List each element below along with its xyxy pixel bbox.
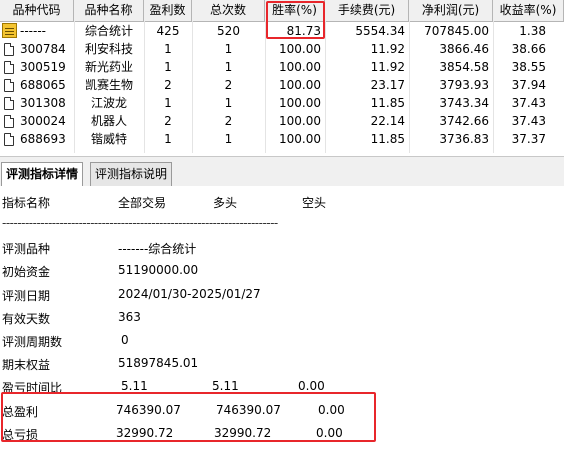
capital-label: 初始资金 <box>2 265 51 279</box>
cell-total: 1 <box>224 42 233 56</box>
days-label: 有效天数 <box>2 312 51 326</box>
cell-wins: 2 <box>164 114 172 128</box>
col-header-wins[interactable]: 盈利数 <box>144 0 192 21</box>
cell-fee: 11.85 <box>370 132 405 146</box>
cell-return: 38.66 <box>511 42 546 56</box>
variety-value: -------综合统计 <box>118 242 197 256</box>
cell-code: 301308 <box>20 96 66 110</box>
col-header-profit[interactable]: 净利润(元) <box>409 0 493 21</box>
col-header-return[interactable]: 收益率(%) <box>493 0 564 21</box>
days-value: 363 <box>118 310 141 324</box>
cell-name: 综合统计 <box>84 24 133 38</box>
report-header-name: 指标名称 <box>2 196 51 210</box>
cell-code: 300784 <box>20 42 66 56</box>
periods-label: 评测周期数 <box>2 335 63 349</box>
equity-label: 期末权益 <box>2 358 51 372</box>
cell-return: 37.94 <box>511 78 546 92</box>
cell-fee: 23.17 <box>370 78 405 92</box>
ratio-short: 0.00 <box>298 379 325 393</box>
cell-wins: 425 <box>156 24 180 38</box>
cell-return: 37.43 <box>511 96 546 110</box>
table-row[interactable]: 688065 凯赛生物 2 2 100.00 23.17 3793.93 37.… <box>0 76 564 94</box>
tab-metric-details[interactable]: 评测指标详情 <box>1 162 84 187</box>
cell-winrate: 100.00 <box>279 114 321 128</box>
cell-profit: 3866.46 <box>439 42 489 56</box>
report-header-short: 空头 <box>302 196 327 210</box>
table-row[interactable]: 301308 江波龙 1 1 100.00 11.85 3743.34 37.4… <box>0 94 564 112</box>
cell-profit: 3793.93 <box>439 78 489 92</box>
cell-code: 300519 <box>20 60 66 74</box>
cell-wins: 1 <box>164 96 172 110</box>
cell-fee: 5554.34 <box>355 24 405 38</box>
periods-value: 0 <box>121 333 129 347</box>
cell-total: 1 <box>224 132 233 146</box>
cell-profit: 3736.83 <box>439 132 489 146</box>
cell-code: 688065 <box>20 78 66 92</box>
date-value: 2024/01/30-2025/01/27 <box>118 287 261 301</box>
cell-code: 300024 <box>20 114 66 128</box>
cell-fee: 11.92 <box>370 60 405 74</box>
table-row[interactable]: 300519 新光药业 1 1 100.00 11.92 3854.58 38.… <box>0 58 564 76</box>
table-row[interactable]: 300784 利安科技 1 1 100.00 11.92 3866.46 38.… <box>0 40 564 58</box>
cell-name: 机器人 <box>90 114 127 128</box>
cell-code: ------ <box>20 24 46 38</box>
tab-metric-explanation[interactable]: 评测指标说明 <box>90 162 173 186</box>
cell-wins: 1 <box>164 60 172 74</box>
cell-return: 37.37 <box>511 132 546 146</box>
cell-winrate: 100.00 <box>279 132 321 146</box>
cell-fee: 11.92 <box>370 42 405 56</box>
cell-wins: 1 <box>164 42 172 56</box>
col-header-code[interactable]: 品种代码 <box>0 0 74 21</box>
col-header-name[interactable]: 品种名称 <box>74 0 144 21</box>
report-header-long: 多头 <box>213 196 238 210</box>
cell-wins: 2 <box>164 78 172 92</box>
ratio-long: 5.11 <box>212 379 239 393</box>
ratio-all: 5.11 <box>121 379 148 393</box>
gain-loss-highlight-box <box>1 392 376 442</box>
cell-name: 新光药业 <box>84 60 133 74</box>
cell-code: 688693 <box>20 132 66 146</box>
tab-bar: 评测指标详情 评测指标说明 <box>0 156 564 187</box>
report-header-all: 全部交易 <box>118 196 167 210</box>
table-row[interactable]: 688693 锴威特 1 1 100.00 11.85 3736.83 37.3… <box>0 130 564 148</box>
table-row[interactable]: 300024 机器人 2 2 100.00 22.14 3742.66 37.4… <box>0 112 564 130</box>
cell-total: 1 <box>224 96 233 110</box>
cell-profit: 3742.66 <box>439 114 489 128</box>
cell-total: 1 <box>224 60 233 74</box>
cell-wins: 1 <box>164 132 172 146</box>
equity-value: 51897845.01 <box>118 356 199 370</box>
cell-winrate: 100.00 <box>279 96 321 110</box>
cell-name: 利安科技 <box>84 42 133 56</box>
cell-total: 2 <box>224 114 233 128</box>
winrate-highlight-box <box>266 1 325 39</box>
report-divider: ----------------------------------------… <box>2 216 278 230</box>
cell-profit: 3743.34 <box>439 96 489 110</box>
cell-name: 凯赛生物 <box>84 78 133 92</box>
cell-return: 38.55 <box>511 60 546 74</box>
cell-fee: 11.85 <box>370 96 405 110</box>
cell-profit: 707845.00 <box>424 24 489 38</box>
cell-name: 锴威特 <box>90 132 127 146</box>
cell-total: 2 <box>224 78 233 92</box>
cell-return: 1.38 <box>519 24 546 38</box>
cell-return: 37.43 <box>511 114 546 128</box>
cell-total: 520 <box>217 24 240 38</box>
cell-winrate: 100.00 <box>279 42 321 56</box>
cell-winrate: 100.00 <box>279 78 321 92</box>
col-header-total[interactable]: 总次数 <box>192 0 265 21</box>
cell-fee: 22.14 <box>370 114 405 128</box>
variety-label: 评测品种 <box>2 242 51 256</box>
cell-winrate: 100.00 <box>279 60 321 74</box>
col-header-fee[interactable]: 手续费(元) <box>325 0 409 21</box>
cell-name: 江波龙 <box>90 96 127 110</box>
capital-value: 51190000.00 <box>118 263 199 277</box>
cell-profit: 3854.58 <box>439 60 489 74</box>
date-label: 评测日期 <box>2 289 51 303</box>
